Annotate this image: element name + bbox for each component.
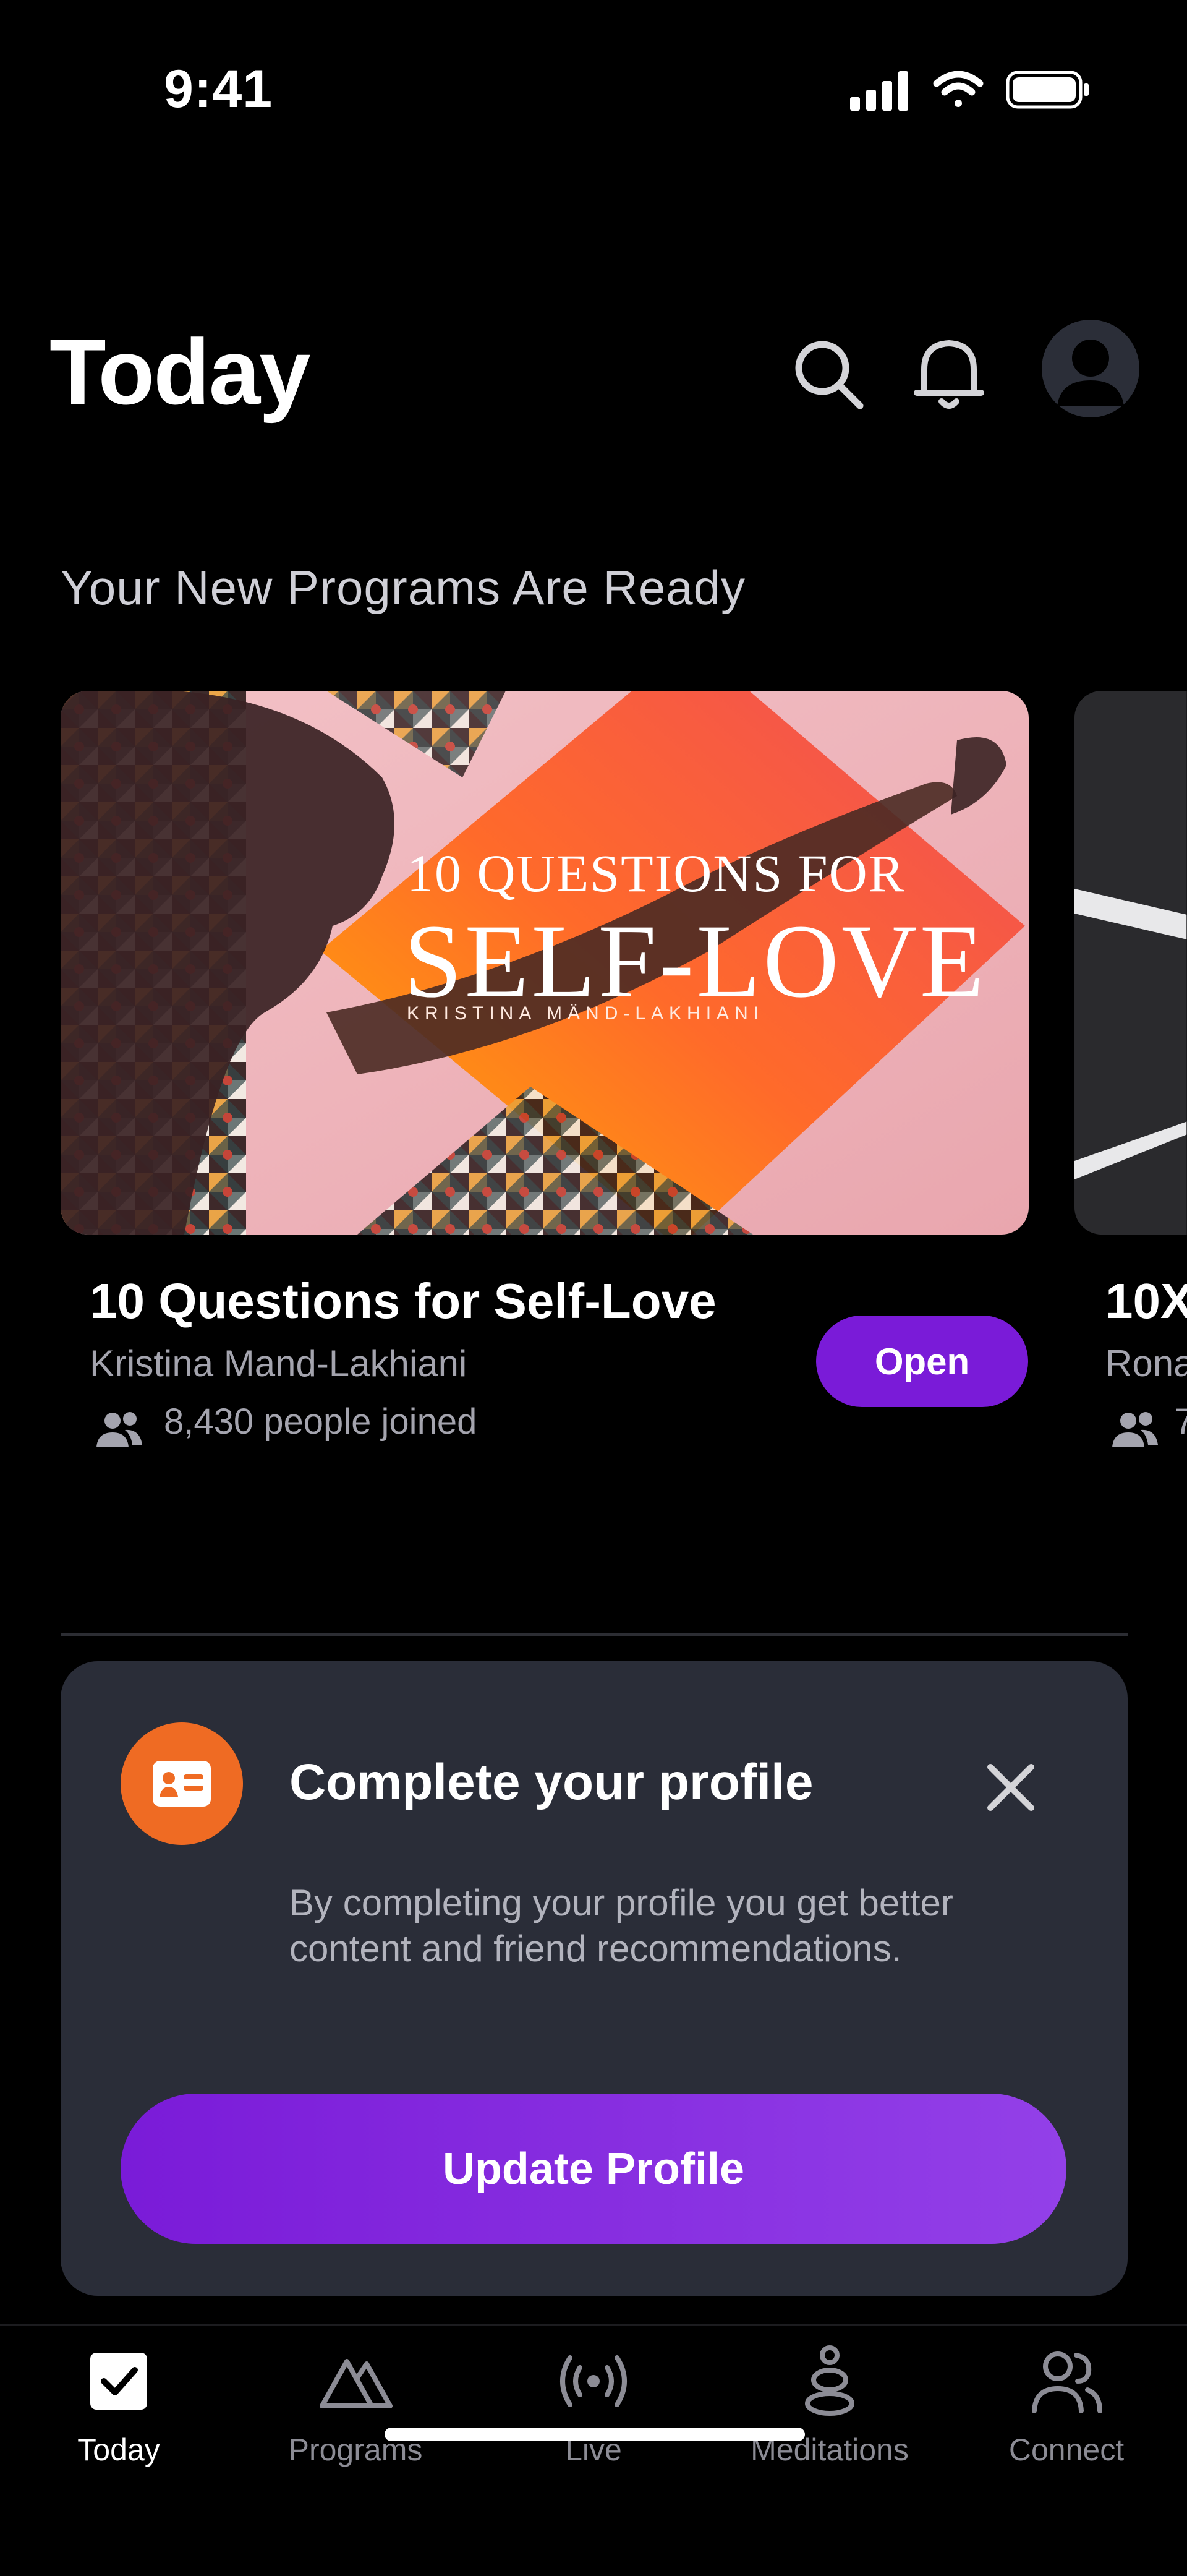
- mountain-icon: [320, 2359, 393, 2408]
- program-author-2: Rona: [1105, 1343, 1187, 1384]
- page-title: Today: [49, 320, 311, 424]
- people-icon: [1110, 1410, 1160, 1448]
- battery-icon: [1006, 71, 1089, 109]
- program-title-2[interactable]: 10X: [1105, 1273, 1187, 1330]
- program-title[interactable]: 10 Questions for Self-Love: [90, 1273, 717, 1330]
- id-card-icon: [153, 1761, 211, 1807]
- program-joined-count-2: 7: [1175, 1401, 1187, 1442]
- cover-title-line1: 10 QUESTIONS FOR: [407, 844, 906, 903]
- update-profile-button[interactable]: Update Profile: [121, 2094, 1066, 2244]
- search-button[interactable]: [788, 334, 869, 414]
- profile-card-description: By completing your profile you get bette…: [289, 1882, 953, 1969]
- avatar[interactable]: [1042, 320, 1139, 417]
- people-icon: [1032, 2351, 1102, 2413]
- cover-author: KRISTINA MÄND-LAKHIANI: [407, 1003, 765, 1024]
- checkbox-icon: [90, 2353, 147, 2410]
- tab-today[interactable]: Today: [26, 2344, 211, 2480]
- user-icon: [1057, 340, 1124, 406]
- close-button[interactable]: [977, 1753, 1045, 1821]
- search-icon: [795, 341, 864, 409]
- tab-connect[interactable]: Connect: [974, 2344, 1159, 2480]
- open-program-button[interactable]: Open: [816, 1316, 1028, 1407]
- program-cover-art-2: [1074, 691, 1187, 1235]
- section-divider: [61, 1633, 1128, 1636]
- broadcast-icon: [560, 2355, 627, 2407]
- program-cover-image-2[interactable]: [1074, 691, 1187, 1235]
- home-indicator[interactable]: [385, 2428, 805, 2441]
- meditation-icon: [805, 2345, 854, 2416]
- bell-icon: [914, 340, 984, 409]
- people-icon: [94, 1410, 145, 1448]
- signal-icon: [850, 71, 908, 111]
- section-title: Your New Programs Are Ready: [61, 560, 746, 615]
- notifications-button[interactable]: [906, 331, 992, 417]
- profile-card-icon: [121, 1722, 243, 1845]
- status-icons: [850, 65, 1091, 114]
- wifi-icon: [933, 71, 984, 107]
- tab-label-connect: Connect: [1008, 2433, 1125, 2467]
- program-cover-image[interactable]: 10 QUESTIONS FOR SELF-LOVE KRISTINA MÄND…: [61, 691, 1029, 1235]
- tab-label-today: Today: [77, 2433, 160, 2467]
- status-time: 9:41: [164, 59, 273, 119]
- tab-meditations[interactable]: Meditations: [737, 2344, 922, 2480]
- profile-card-title: Complete your profile: [289, 1754, 814, 1810]
- program-author: Kristina Mand-Lakhiani: [90, 1343, 467, 1384]
- program-joined-count: 8,430 people joined: [164, 1401, 477, 1442]
- tab-programs[interactable]: Programs: [263, 2344, 448, 2480]
- close-icon: [987, 1764, 1034, 1811]
- tab-live[interactable]: Live: [501, 2344, 686, 2480]
